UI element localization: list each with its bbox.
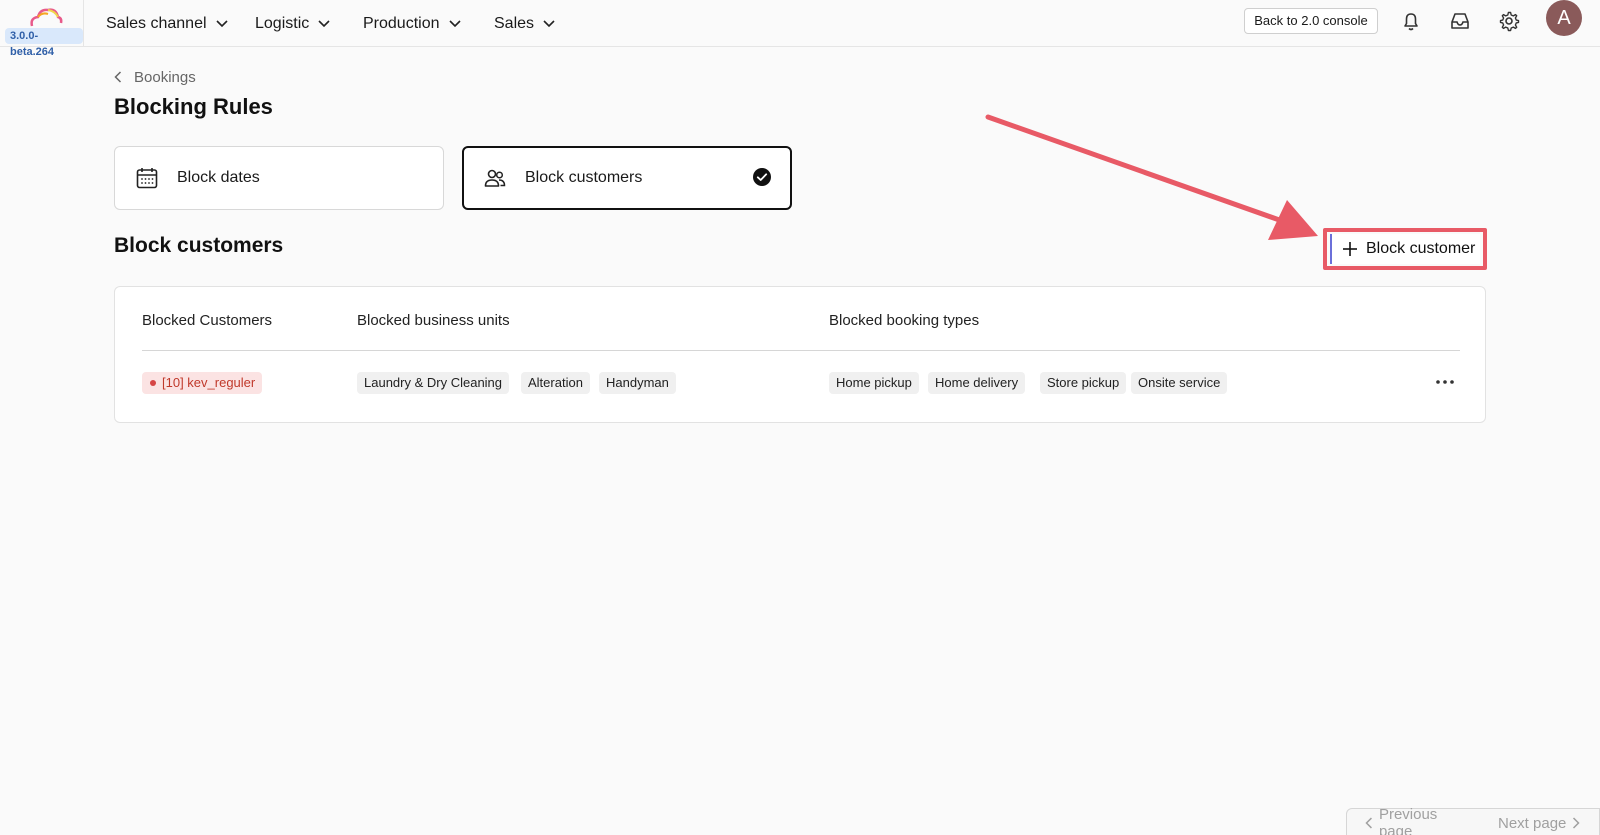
breadcrumb[interactable]: Bookings <box>114 67 196 87</box>
column-header-customers: Blocked Customers <box>142 312 273 329</box>
users-icon <box>484 169 506 187</box>
header-divider <box>142 350 1460 351</box>
booking-type-tag: Home pickup <box>829 372 919 394</box>
column-header-business-units: Blocked business units <box>357 312 510 329</box>
customer-label: [10] kev_reguler <box>162 375 256 390</box>
chevron-right-icon <box>1573 817 1580 829</box>
nav-sales[interactable]: Sales <box>494 12 555 36</box>
nav-label: Logistic <box>255 15 310 32</box>
nav-label: Sales channel <box>106 15 207 32</box>
cloud-logo-icon <box>30 8 63 27</box>
calendar-icon <box>136 168 158 189</box>
card-label: Block customers <box>525 169 643 186</box>
nav-sales-channel[interactable]: Sales channel <box>106 12 228 36</box>
page-title: Blocking Rules <box>114 94 273 119</box>
gear-icon[interactable] <box>1498 10 1520 32</box>
logo-area[interactable]: 3.0.0-beta.264 <box>0 0 84 58</box>
nav-production[interactable]: Production <box>363 12 461 36</box>
block-customer-label: Block customer <box>1366 240 1476 257</box>
nav-logistic[interactable]: Logistic <box>255 12 330 36</box>
block-customers-card[interactable]: Block customers <box>462 146 792 210</box>
next-page-label: Next page <box>1498 814 1567 832</box>
customer-tag[interactable]: [10] kev_reguler <box>142 372 263 394</box>
block-customer-button[interactable]: Block customer <box>1330 234 1480 264</box>
check-circle-icon <box>753 168 771 186</box>
business-unit-tag: Handyman <box>599 372 676 394</box>
block-dates-card[interactable]: Block dates <box>114 146 444 210</box>
previous-page-label: Previous page <box>1378 806 1438 835</box>
section-title: Block customers <box>114 234 284 257</box>
top-navigation-bar: 3.0.0-beta.264 Sales channel Logistic Pr… <box>0 0 1600 58</box>
status-dot-icon <box>150 380 156 386</box>
avatar[interactable]: A <box>1546 0 1582 36</box>
chevron-down-icon <box>215 20 228 28</box>
inbox-icon[interactable] <box>1449 10 1471 32</box>
plus-icon <box>1343 242 1357 256</box>
business-unit-tag: Alteration <box>521 372 590 394</box>
next-page-button[interactable]: Next page <box>1486 808 1600 835</box>
bell-icon[interactable] <box>1400 10 1422 32</box>
card-label: Block dates <box>177 169 260 186</box>
column-header-booking-types: Blocked booking types <box>829 312 980 329</box>
more-options-icon[interactable] <box>1433 372 1457 392</box>
chevron-left-icon <box>1365 817 1372 829</box>
booking-type-tag: Home delivery <box>928 372 1026 394</box>
chevron-down-icon <box>318 20 330 28</box>
previous-page-button[interactable]: Previous page <box>1346 806 1487 835</box>
nav-label: Production <box>363 15 440 32</box>
chevron-down-icon <box>543 20 555 28</box>
chevron-down-icon <box>448 20 461 28</box>
version-badge: 3.0.0-beta.264 <box>5 28 83 58</box>
business-unit-tag: Laundry & Dry Cleaning <box>357 372 510 394</box>
chevron-left-icon <box>114 71 122 83</box>
nav-label: Sales <box>494 15 535 32</box>
blocked-customers-table: Blocked Customers Blocked business units… <box>114 286 1486 423</box>
booking-type-tag: Onsite service <box>1131 372 1228 394</box>
back-to-console-button[interactable]: Back to 2.0 console <box>1244 8 1378 34</box>
breadcrumb-label: Bookings <box>134 68 196 86</box>
booking-type-tag: Store pickup <box>1040 372 1127 394</box>
